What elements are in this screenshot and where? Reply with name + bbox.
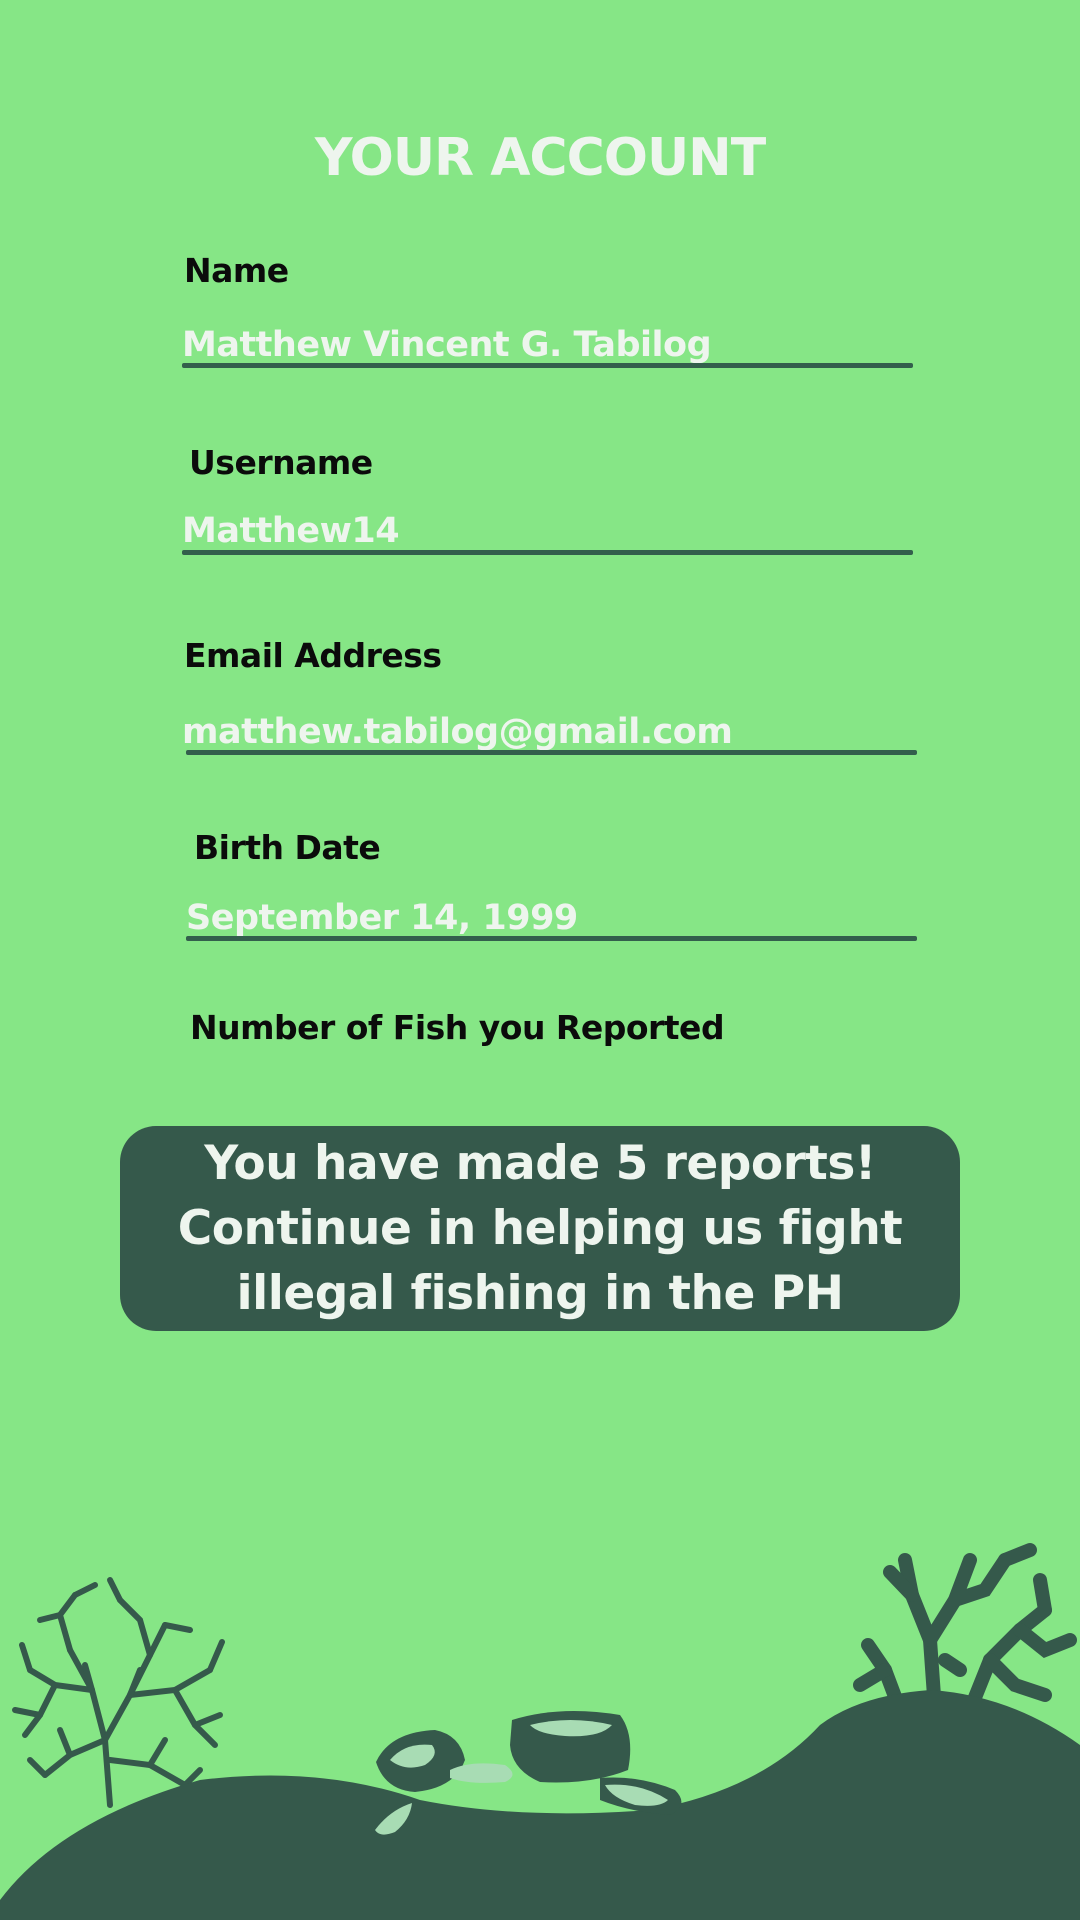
username-field-underline	[182, 550, 913, 555]
email-field[interactable]: matthew.tabilog@gmail.com	[182, 710, 733, 754]
branch-coral-icon	[853, 1543, 1077, 1717]
birth-date-label: Birth Date	[194, 828, 381, 867]
report-count-message: You have made 5 reports! Continue in hel…	[130, 1131, 950, 1326]
sea-fan-coral-icon	[12, 1577, 225, 1808]
fish-reported-label: Number of Fish you Reported	[190, 1008, 725, 1047]
username-label: Username	[189, 443, 373, 482]
report-mission-line: illegal fishing in the PH	[236, 1266, 845, 1321]
username-field[interactable]: Matthew14	[182, 509, 400, 553]
name-label: Name	[184, 251, 289, 290]
name-field[interactable]: Matthew Vincent G. Tabilog	[182, 323, 712, 367]
seabed-illustration	[0, 1543, 1080, 1920]
report-count-line: You have made 5 reports!	[204, 1136, 876, 1191]
birth-date-field[interactable]: September 14, 1999	[186, 896, 578, 940]
email-field-underline	[186, 750, 917, 755]
page-title: YOUR ACCOUNT	[314, 128, 766, 188]
name-field-underline	[182, 363, 913, 368]
birth-date-field-underline	[186, 936, 917, 941]
report-count-banner: You have made 5 reports! Continue in hel…	[120, 1126, 960, 1331]
email-label: Email Address	[184, 636, 442, 675]
report-encouragement-line: Continue in helping us fight	[177, 1201, 903, 1256]
